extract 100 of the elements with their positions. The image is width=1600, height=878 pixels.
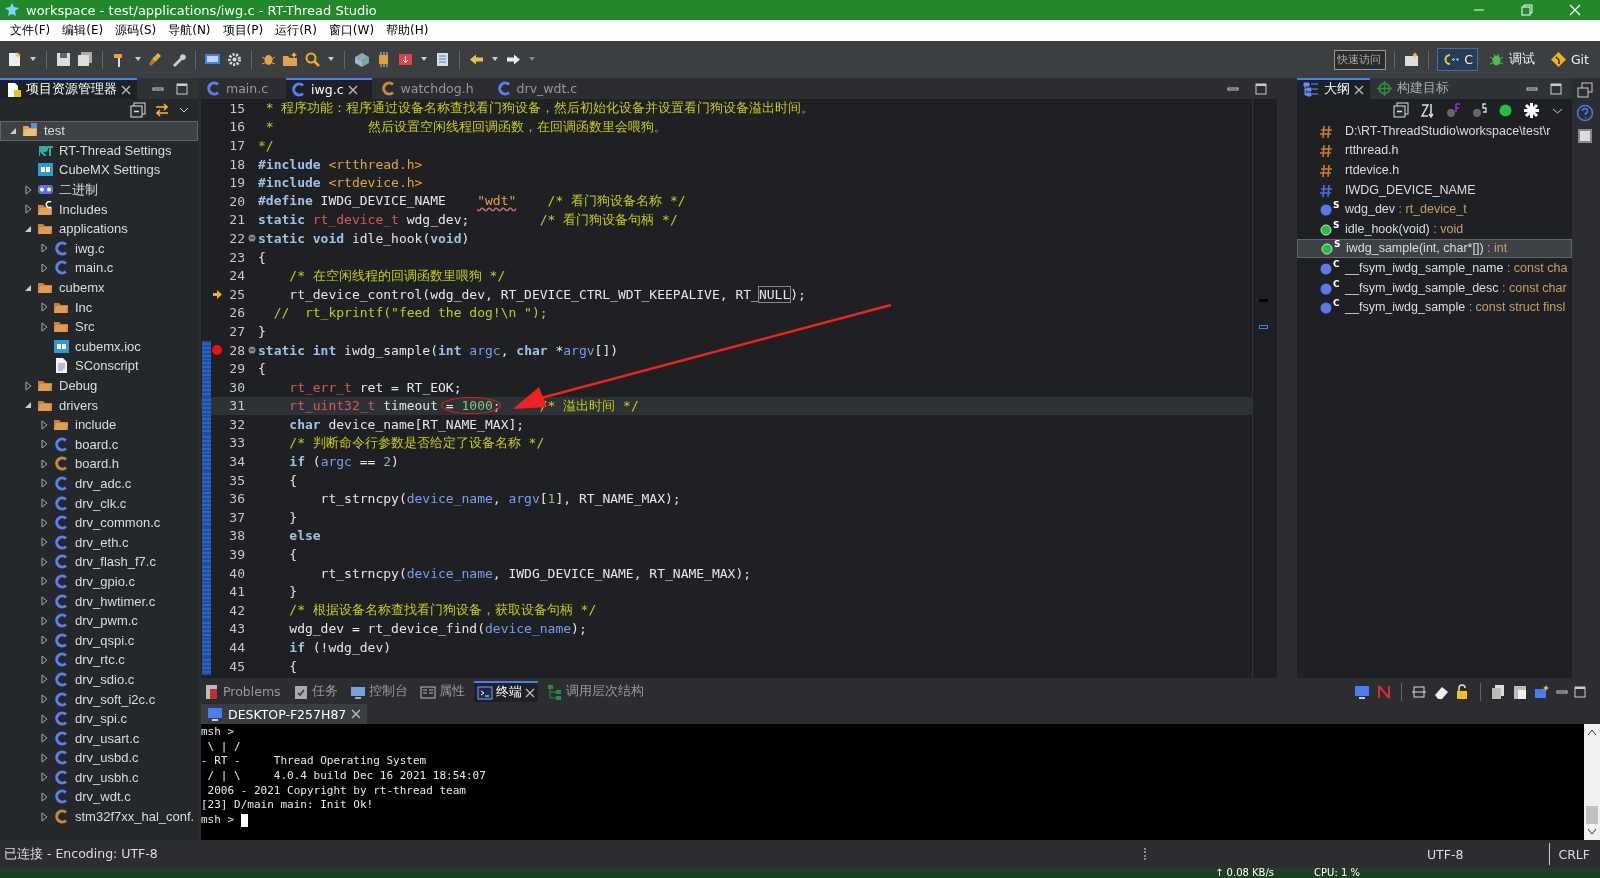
fold-icon[interactable]: [247, 234, 256, 243]
tree-item[interactable]: drv_rtc.c: [0, 650, 198, 670]
collapsed-arrow-icon[interactable]: [39, 556, 49, 567]
scroll-down-icon[interactable]: [1587, 828, 1597, 836]
scrollbar[interactable]: [1584, 724, 1600, 840]
perspective-button[interactable]: 调试: [1482, 48, 1540, 71]
tree-item[interactable]: drv_adc.c: [0, 473, 198, 494]
tree-item[interactable]: test: [0, 121, 198, 141]
tree-item[interactable]: Includes: [0, 199, 198, 219]
tree-item[interactable]: Inc: [0, 297, 198, 317]
collapsed-arrow-icon[interactable]: [39, 752, 49, 763]
collapsed-arrow-icon[interactable]: [39, 517, 49, 528]
help-icon[interactable]: [1575, 104, 1594, 122]
menu-item[interactable]: 源码(S): [109, 22, 163, 39]
document-list-icon[interactable]: [434, 51, 451, 68]
outline-item[interactable]: C __fsym_iwdg_sample_name : const cha: [1297, 258, 1572, 278]
save-all-icon[interactable]: [77, 51, 94, 68]
collapsed-arrow-icon[interactable]: [39, 243, 49, 254]
open-folder-icon[interactable]: [282, 51, 299, 68]
tree-item[interactable]: board.c: [0, 434, 198, 455]
maximize-icon[interactable]: [1255, 82, 1267, 95]
outline-item[interactable]: IWDG_DEVICE_NAME: [1297, 179, 1572, 200]
outline-item[interactable]: D:\RT-ThreadStudio\workspace\test\r: [1297, 121, 1572, 141]
panel-tab[interactable]: 调用层次结构: [543, 681, 647, 702]
tree-item[interactable]: stm32f7xx_hal_conf.: [0, 806, 198, 827]
menu-item[interactable]: 项目(P): [216, 22, 270, 39]
menu-item[interactable]: 文件(F): [4, 22, 57, 39]
tree-item[interactable]: drv_hwtimer.c: [0, 591, 198, 611]
outline-item[interactable]: S wdg_dev : rt_device_t: [1297, 199, 1572, 219]
editor-tab[interactable]: watchdog.h: [375, 78, 488, 99]
tree-item[interactable]: drv_flash_f7.c: [0, 552, 198, 572]
save-icon[interactable]: [55, 51, 72, 68]
menu-item[interactable]: 运行(R): [269, 22, 323, 39]
tree-item[interactable]: drv_wdt.c: [0, 787, 198, 807]
breakpoint-icon[interactable]: [212, 345, 222, 355]
collapsed-arrow-icon[interactable]: [39, 537, 49, 548]
tree-item[interactable]: iwg.c: [0, 238, 198, 259]
outline-item[interactable]: rtdevice.h: [1297, 160, 1572, 180]
outline-tab[interactable]: 大纲: [1297, 78, 1370, 99]
explorer-tab[interactable]: 项目资源管理器: [0, 78, 137, 99]
menu-item[interactable]: 编辑(E): [56, 22, 110, 39]
collapsed-arrow-icon[interactable]: [39, 576, 49, 587]
tree-item[interactable]: cubemx.ioc: [0, 336, 198, 357]
panel-tab[interactable]: 属性: [416, 681, 468, 702]
tree-item[interactable]: drv_pwm.c: [0, 610, 198, 631]
close-icon[interactable]: [351, 709, 362, 719]
editor-tab[interactable]: main.c: [201, 78, 283, 99]
tree-item[interactable]: Debug: [0, 375, 198, 396]
quick-access-field[interactable]: 快速访问: [1334, 49, 1387, 70]
restore-icon[interactable]: [1520, 3, 1534, 17]
scroll-thumb[interactable]: [1586, 806, 1598, 824]
panel-tab[interactable]: Problems: [201, 681, 284, 702]
tree-item[interactable]: drv_qspi.c: [0, 630, 198, 651]
menu-item[interactable]: 窗口(W): [322, 22, 381, 39]
close-icon[interactable]: [1354, 84, 1364, 95]
collapsed-arrow-icon[interactable]: [39, 772, 49, 783]
collapsed-arrow-icon[interactable]: [39, 811, 49, 822]
tree-item[interactable]: main.c: [0, 258, 198, 278]
collapsed-arrow-icon[interactable]: [39, 321, 49, 332]
sort-icon[interactable]: [1419, 101, 1436, 119]
tree-item[interactable]: SConscript: [0, 356, 198, 376]
outline-tab[interactable]: 构建目标: [1370, 78, 1455, 99]
new-file-icon[interactable]: [6, 51, 23, 68]
editor-tab[interactable]: drv_wdt.c: [491, 78, 592, 99]
collapsed-arrow-icon[interactable]: [39, 615, 49, 626]
tree-item[interactable]: drv_usart.c: [0, 728, 198, 748]
panel-tab[interactable]: 控制台: [346, 681, 411, 702]
collapse-all-icon[interactable]: [130, 102, 146, 118]
collapsed-arrow-icon[interactable]: [39, 635, 49, 646]
collapsed-arrow-icon[interactable]: [39, 654, 49, 665]
collapsed-arrow-icon[interactable]: [39, 792, 49, 802]
panel-tab[interactable]: 终端: [473, 681, 538, 702]
collapsed-arrow-icon[interactable]: [39, 674, 49, 685]
toggle-icon[interactable]: [1411, 683, 1427, 700]
outline-item[interactable]: C __fsym_iwdg_sample_desc : const char: [1297, 277, 1572, 298]
monitor-icon[interactable]: [1354, 683, 1370, 700]
search-icon[interactable]: [304, 51, 321, 68]
tree-item[interactable]: drv_spi.c: [0, 708, 198, 729]
tree-item[interactable]: drv_common.c: [0, 512, 198, 533]
tree-item[interactable]: drivers: [0, 395, 198, 415]
tree-item[interactable]: drv_clk.c: [0, 493, 198, 513]
tree-item[interactable]: 二进制: [0, 179, 198, 200]
close-icon[interactable]: [524, 687, 535, 698]
restore-icon[interactable]: [1576, 82, 1593, 98]
outline-item[interactable]: S idle_hook(void) : void: [1297, 218, 1572, 239]
tree-item[interactable]: drv_soft_i2c.c: [0, 689, 198, 709]
maximize-icon[interactable]: [1574, 685, 1586, 698]
collapsed-arrow-icon[interactable]: [39, 596, 49, 607]
collapsed-arrow-icon[interactable]: [39, 302, 49, 313]
collapsed-arrow-icon[interactable]: [39, 694, 49, 704]
tree-item[interactable]: drv_gpio.c: [0, 571, 198, 592]
copy-icon[interactable]: [1490, 683, 1506, 700]
maximize-icon[interactable]: [1550, 82, 1562, 95]
collapsed-arrow-icon[interactable]: [39, 262, 49, 273]
collapse-all-icon[interactable]: [1393, 101, 1410, 119]
editor-tab[interactable]: iwg.c: [286, 78, 372, 99]
tree-item[interactable]: RT-Thread Settings: [0, 140, 198, 161]
expanded-arrow-icon[interactable]: [23, 400, 33, 411]
new-terminal-icon[interactable]: [1534, 683, 1550, 700]
tree-item[interactable]: applications: [0, 218, 198, 239]
